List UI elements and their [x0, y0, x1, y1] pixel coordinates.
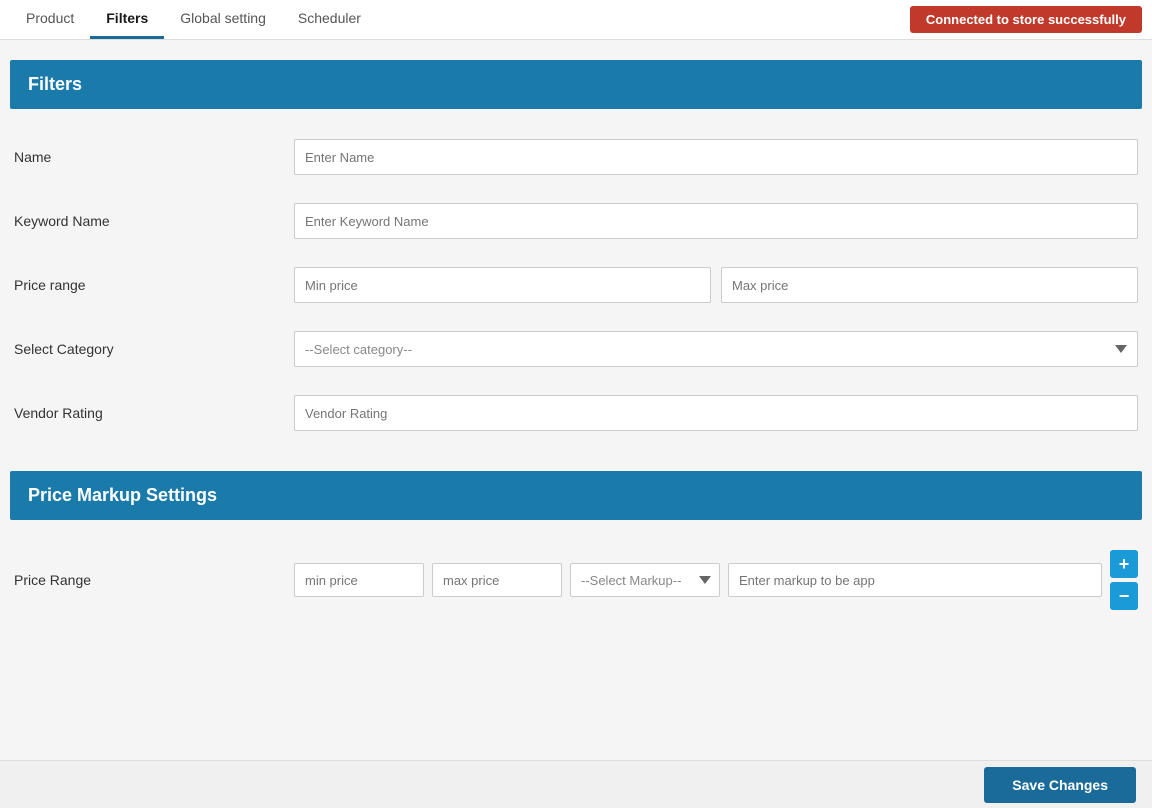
top-nav: Product Filters Global setting Scheduler…	[0, 0, 1152, 40]
name-controls	[294, 139, 1138, 175]
name-input[interactable]	[294, 139, 1138, 175]
keyword-name-row: Keyword Name	[10, 203, 1142, 239]
tab-scheduler[interactable]: Scheduler	[282, 0, 377, 39]
footer-bar: Save Changes	[0, 760, 1152, 808]
markup-entry-input[interactable]	[728, 563, 1102, 597]
add-markup-button[interactable]: +	[1110, 550, 1138, 578]
select-category-controls: --Select category--	[294, 331, 1138, 367]
nav-tabs: Product Filters Global setting Scheduler	[10, 0, 377, 39]
min-price-input[interactable]	[294, 267, 711, 303]
filters-section-header: Filters	[10, 60, 1142, 109]
markup-action-buttons: + −	[1110, 550, 1138, 610]
tab-global-setting[interactable]: Global setting	[164, 0, 282, 39]
keyword-name-label: Keyword Name	[14, 213, 294, 229]
vendor-rating-controls	[294, 395, 1138, 431]
markup-max-price-input[interactable]	[432, 563, 562, 597]
category-select[interactable]: --Select category--	[294, 331, 1138, 367]
name-row: Name	[10, 139, 1142, 175]
tab-filters[interactable]: Filters	[90, 0, 164, 39]
markup-controls: --Select Markup-- Fixed Percentage + −	[294, 550, 1138, 610]
price-range-controls	[294, 267, 1138, 303]
vendor-rating-row: Vendor Rating	[10, 395, 1142, 431]
connected-badge: Connected to store successfully	[910, 6, 1142, 33]
markup-price-range-row: Price Range --Select Markup-- Fixed Perc…	[10, 550, 1142, 610]
name-label: Name	[14, 149, 294, 165]
keyword-name-input[interactable]	[294, 203, 1138, 239]
remove-markup-button[interactable]: −	[1110, 582, 1138, 610]
markup-section-wrapper: Price Markup Settings Price Range --Sele…	[10, 471, 1142, 610]
price-range-row: Price range	[10, 267, 1142, 303]
save-changes-button[interactable]: Save Changes	[984, 767, 1136, 803]
vendor-rating-label: Vendor Rating	[14, 405, 294, 421]
markup-select[interactable]: --Select Markup-- Fixed Percentage	[570, 563, 720, 597]
max-price-input[interactable]	[721, 267, 1138, 303]
vendor-rating-input[interactable]	[294, 395, 1138, 431]
keyword-name-controls	[294, 203, 1138, 239]
select-category-label: Select Category	[14, 341, 294, 357]
markup-min-price-input[interactable]	[294, 563, 424, 597]
main-content: Filters Name Keyword Name Price range S	[0, 40, 1152, 640]
tab-product[interactable]: Product	[10, 0, 90, 39]
select-category-row: Select Category --Select category--	[10, 331, 1142, 367]
price-range-label: Price range	[14, 277, 294, 293]
markup-price-range-label: Price Range	[14, 572, 294, 588]
markup-section-header: Price Markup Settings	[10, 471, 1142, 520]
